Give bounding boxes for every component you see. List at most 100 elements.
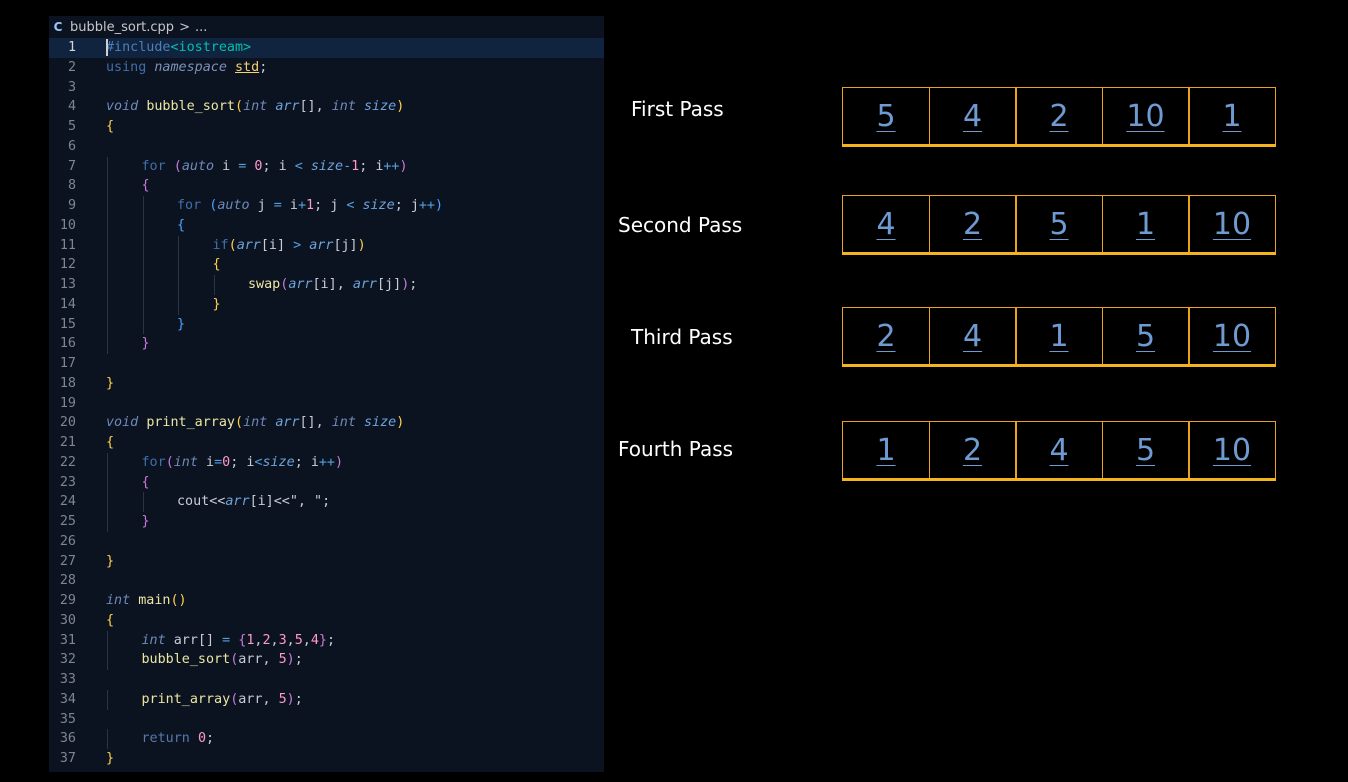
code-line[interactable]: 33 [49, 670, 604, 690]
code-line[interactable]: 20 void print_array(int arr[], int size) [49, 413, 604, 433]
code-line[interactable]: 23 { [49, 472, 604, 493]
line-text: { [106, 117, 114, 137]
code-token: << [209, 494, 226, 510]
code-line[interactable]: 10 { [49, 215, 604, 236]
code-line[interactable]: 8{ [49, 176, 604, 196]
indent-guide [107, 472, 108, 493]
line-number: 27 [59, 553, 76, 569]
line-text: for(int i=0; i<size; i++) [142, 453, 344, 473]
array-cell: 4 [1015, 421, 1103, 478]
line-text: { [106, 611, 114, 631]
code-token: swap [248, 277, 281, 292]
code-line[interactable]: 34 print_array(arr, 5); [49, 689, 604, 710]
indent-guide [178, 275, 179, 295]
line-text: { [177, 216, 185, 236]
indent-guide [142, 275, 144, 295]
code-line[interactable]: 5{ [49, 117, 604, 137]
code-area[interactable]: 1 #include<iostream> 2 using namespace std;… [49, 38, 604, 769]
code-line[interactable]: 35 [49, 710, 604, 730]
code-line[interactable]: 24 cout<<arr[i]<<", "; [49, 492, 604, 512]
code-line[interactable]: 7 for (auto i = 0; i < size-1; i++) [49, 156, 604, 177]
code-token: ) [357, 237, 366, 253]
indent-guide [142, 255, 144, 275]
code-line[interactable]: 22 for(int i=0; i<size; i++) [49, 452, 604, 473]
code-token: 3 [278, 632, 287, 648]
breadcrumb-more[interactable]: ... [195, 20, 207, 35]
code-line[interactable]: 30 { [49, 611, 604, 631]
code-line[interactable]: 31 int arr[] = {1,2,3,5,4}; [49, 630, 604, 651]
code-line[interactable]: 4 void bubble_sort(int arr[], int size) [49, 97, 604, 117]
indent-guide [178, 294, 179, 315]
code-line[interactable]: 1 #include<iostream> [49, 38, 604, 58]
indent-guide [107, 215, 108, 236]
code-token: ) [399, 158, 408, 174]
code-line[interactable]: 32 bubble_sort(arr, 5); [49, 650, 604, 670]
line-text: swap(arr[i], arr[j]); [248, 275, 417, 295]
indent-guide [178, 235, 179, 256]
code-line[interactable]: 19 [49, 394, 604, 414]
code-editor[interactable]: C bubble_sort.cpp > ... 1 #include<iostre… [49, 16, 604, 772]
code-token: size [362, 198, 395, 213]
array-cell: 1 [842, 421, 930, 478]
code-line[interactable]: 17 [49, 354, 604, 374]
code-token: auto [181, 158, 223, 174]
code-line[interactable]: 21 { [49, 433, 604, 453]
code-line[interactable]: 13 swap(arr[i], arr[j]); [49, 275, 604, 295]
code-token: = [214, 454, 223, 470]
line-text: } [213, 295, 221, 315]
code-line[interactable]: 25} [49, 512, 604, 532]
code-token: main [138, 593, 171, 608]
code-line[interactable]: 27} [49, 552, 604, 572]
code-line[interactable]: 12 { [49, 255, 604, 275]
code-token: [i] [312, 277, 337, 292]
code-token: , [262, 652, 279, 668]
array-third-pass: 2 4 1 5 10 [842, 307, 1276, 367]
line-number: 33 [59, 672, 76, 687]
code-token: arr [275, 99, 300, 115]
code-line[interactable]: 36 return 0; [49, 729, 604, 749]
code-line[interactable]: 14} [49, 294, 604, 315]
code-token: for [141, 158, 174, 174]
array-cell: 5 [842, 87, 930, 144]
canvas: C bubble_sort.cpp > ... 1 #include<iostre… [0, 0, 1348, 782]
code-line[interactable]: 6 [49, 137, 604, 157]
code-token: [j] [333, 237, 358, 253]
code-token: } [106, 553, 115, 569]
array-cell: 10 [1188, 421, 1276, 478]
code-line[interactable]: 3 [49, 78, 604, 98]
code-token: } [318, 632, 327, 648]
code-token: { [177, 217, 186, 233]
line-text: { [213, 255, 221, 275]
code-line[interactable]: 15} [49, 314, 604, 335]
code-token: ) [396, 415, 405, 431]
code-line[interactable]: 28 [49, 571, 604, 591]
code-token: < [346, 198, 363, 213]
line-text: bubble_sort(arr, 5); [142, 650, 303, 670]
code-token: <iostream> [170, 40, 252, 55]
code-line[interactable]: 18} [49, 374, 604, 394]
code-line[interactable]: 9 for (auto j = i+1; j < size; j++) [49, 196, 604, 216]
line-number: 2 [67, 59, 76, 75]
code-line[interactable]: 26 [49, 532, 604, 552]
line-number: 4 [67, 99, 76, 115]
code-token: << [273, 494, 290, 510]
pass-label-fourth: Fourth Pass [618, 437, 734, 461]
array-cell: 10 [1188, 195, 1276, 252]
code-line[interactable]: 37} [49, 749, 604, 769]
code-token: ; [409, 277, 418, 292]
code-line[interactable]: 2 using namespace std; [49, 58, 604, 78]
indent-guide [107, 275, 108, 295]
line-text: void bubble_sort(int arr[], int size) [106, 97, 404, 117]
code-line[interactable]: 11 if(arr[i] > arr[j]) [49, 235, 604, 256]
array-cell: 2 [842, 307, 930, 364]
code-line[interactable]: 29 int main() [49, 591, 604, 611]
breadcrumb[interactable]: C bubble_sort.cpp > ... [49, 16, 604, 38]
code-token: , [270, 632, 279, 648]
code-token: bubble_sort [146, 99, 235, 115]
breadcrumb-file-name[interactable]: bubble_sort.cpp [70, 20, 174, 35]
code-line[interactable]: 16} [49, 334, 604, 354]
code-token: 5 [278, 652, 287, 668]
line-number: 26 [59, 533, 76, 549]
line-number: 25 [59, 514, 76, 529]
line-number: 18 [59, 375, 76, 391]
